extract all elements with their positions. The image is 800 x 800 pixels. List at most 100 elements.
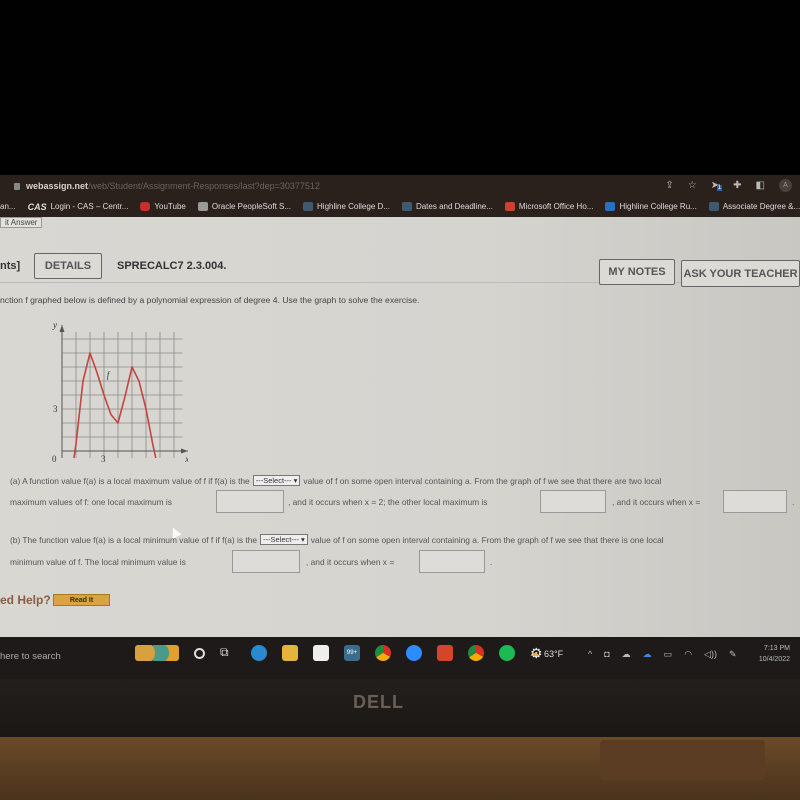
part-b-line2-a: minimum value of f. The local minimum va… (10, 557, 186, 567)
chevron-up-icon[interactable]: ^ (588, 649, 592, 660)
x-axis-arrow (181, 448, 188, 454)
cas-icon: CAS (27, 201, 47, 212)
part-a-select[interactable]: ---Select--- ▾ (252, 475, 301, 486)
share-icon[interactable]: ⇪ (665, 180, 673, 191)
need-help-label: ed Help? (0, 593, 51, 607)
tick-label-origin: 0 (52, 454, 57, 464)
chrome-profile-icon[interactable] (468, 645, 484, 661)
part-b-line2-b: , and it occurs when x = (306, 557, 395, 567)
task-view-icon[interactable]: ⧉ (220, 645, 236, 661)
taskbar-apps: ⧉ 99+ ⚙ (135, 645, 546, 661)
mail-icon[interactable]: 99+ (344, 645, 360, 661)
details-button[interactable]: DETAILS (34, 253, 102, 279)
meet-icon[interactable]: ◘ (604, 649, 609, 660)
curve-label: f (107, 370, 111, 380)
tick-label-x: 3 (101, 454, 106, 464)
weather-temp: 63°F (544, 648, 564, 659)
webassign-page: it Answer nts] DETAILS SPRECALC7 2.3.004… (0, 217, 800, 637)
windows-taskbar: here to search ⧉ 99+ ⚙ ☁ 63°F ^ ◘ ☁ ☁ ▭ (0, 637, 800, 679)
bookmark-item[interactable]: Microsoft Office Ho... (504, 201, 593, 211)
dell-logo: DELL (353, 692, 404, 712)
profile-avatar[interactable]: A (779, 179, 792, 192)
sidebar-icon[interactable]: ◧ (756, 180, 765, 191)
bookmark-item[interactable]: Highline College Ru... (605, 201, 697, 211)
problem-code: SPRECALC7 2.3.004. (117, 260, 227, 272)
star-icon[interactable]: ☆ (688, 180, 697, 191)
widgets-icon[interactable] (135, 645, 179, 661)
bookmark-item[interactable]: Oracle PeopleSoft S... (197, 201, 291, 211)
oracle-icon (197, 201, 208, 211)
polynomial-graph: 0 3 3 x y f (52, 320, 188, 464)
part-b-line1: (b) The function value f(a) is a local m… (10, 534, 664, 545)
bookmark-item[interactable]: Dates and Deadline... (401, 201, 493, 211)
my-notes-button[interactable]: MY NOTES (599, 259, 675, 285)
question-header: nts] DETAILS SPRECALC7 2.3.004. MY NOTES… (0, 247, 800, 287)
read-it-button[interactable]: Read It (53, 594, 110, 606)
volume-icon[interactable]: ◁)) (704, 649, 717, 660)
edge-icon[interactable] (251, 645, 267, 661)
outlook-icon (605, 201, 616, 211)
part-a-line2-c: , and it occurs when x = (612, 497, 701, 507)
part-a-line2-b: , and it occurs when x = 2; the other lo… (288, 497, 488, 507)
clock-date: 10/4/2022 (758, 656, 790, 663)
url-path: /web/Student/Assignment-Responses/last?d… (88, 181, 320, 191)
tick-label-y: 3 (53, 404, 58, 414)
part-a-line1: (a) A function value f(a) is a local max… (10, 475, 662, 486)
top-bezel (0, 0, 800, 175)
laptop-hinge (600, 740, 765, 780)
spotify-icon[interactable] (499, 645, 515, 661)
hc-icon (401, 201, 412, 211)
part-a-end: . (792, 497, 795, 507)
pen-icon[interactable]: ✎ (729, 649, 737, 660)
points-label: nts] (0, 260, 21, 272)
curve-f (73, 352, 157, 459)
part-b-end: . (490, 557, 493, 567)
part-b-answer-x[interactable] (419, 550, 485, 573)
clock-time: 7:13 PM (763, 645, 790, 652)
part-a-answer-max2[interactable] (540, 490, 606, 513)
wifi-icon[interactable]: ◠ (684, 649, 692, 660)
address-bar[interactable]: webassign.net /web/Student/Assignment-Re… (14, 178, 320, 194)
extension-badge: 1 (716, 185, 723, 191)
hc-icon (303, 201, 314, 211)
weather-icon: ☁ (530, 648, 539, 658)
y-axis-arrow (59, 325, 65, 332)
part-b-select[interactable]: ---Select--- ▾ (260, 534, 308, 545)
bookmark-item[interactable]: Associate Degree &... (708, 201, 800, 211)
chrome-icon[interactable] (375, 645, 391, 661)
part-a-answer-max1[interactable] (216, 490, 284, 513)
store-icon[interactable] (313, 645, 329, 661)
weather-widget[interactable]: ☁ 63°F (530, 648, 563, 659)
bookmark-item[interactable]: YouTube (140, 201, 186, 211)
office-icon[interactable] (437, 645, 453, 661)
youtube-icon (140, 201, 151, 211)
zoom-icon[interactable] (406, 645, 422, 661)
onedrive-icon[interactable]: ☁ (622, 649, 631, 660)
ask-teacher-button[interactable]: ASK YOUR TEACHER (681, 260, 800, 287)
puzzle-icon[interactable]: ✚ (733, 180, 741, 191)
hc-icon (708, 201, 719, 211)
y-axis-label: y (52, 320, 57, 330)
photo-frame: webassign.net /web/Student/Assignment-Re… (0, 0, 800, 800)
file-explorer-icon[interactable] (282, 645, 298, 661)
extension-badge-icon[interactable]: ➤ 1 (711, 180, 723, 191)
office-icon (504, 201, 515, 211)
part-a-line2-a: maximum values of f: one local maximum i… (10, 497, 172, 507)
bookmark-item[interactable]: an... (0, 202, 16, 211)
onedrive-blue-icon[interactable]: ☁ (643, 649, 652, 660)
battery-icon[interactable]: ▭ (664, 649, 673, 660)
part-a-answer-x[interactable] (723, 490, 787, 513)
browser-chrome: webassign.net /web/Student/Assignment-Re… (0, 175, 800, 217)
part-b-answer-min[interactable] (232, 550, 300, 573)
browser-toolbar: ⇪ ☆ ➤ 1 ✚ ◧ A (665, 179, 792, 192)
bookmark-item[interactable]: CAS Login - CAS – Centr... (27, 201, 129, 212)
question-intro: nction f graphed below is defined by a p… (0, 295, 420, 305)
lock-icon (14, 182, 20, 190)
submit-answer-button[interactable]: it Answer (0, 217, 43, 228)
x-axis-label: x (184, 454, 188, 464)
bookmark-item[interactable]: Highline College D... (303, 201, 390, 211)
taskbar-clock[interactable]: 7:13 PM 10/4/2022 (759, 643, 790, 665)
cortana-icon[interactable] (194, 647, 205, 659)
taskbar-search[interactable]: here to search (0, 651, 61, 662)
system-tray: ^ ◘ ☁ ☁ ▭ ◠ ◁)) ✎ (588, 649, 737, 660)
